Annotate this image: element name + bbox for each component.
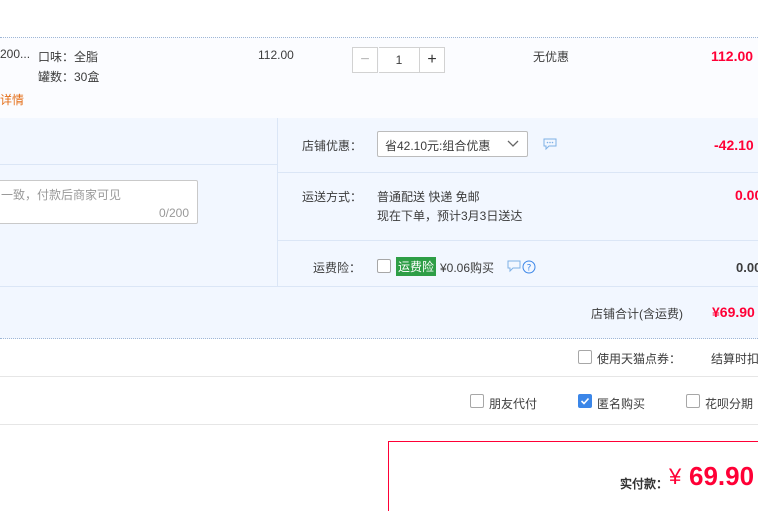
- row-divider: [0, 164, 277, 165]
- message-placeholder: 一致，付款后商家可见: [1, 186, 121, 203]
- shop-total-label: 店铺合计(含运费): [591, 305, 683, 322]
- item-attr-count: 罐数：30盒: [38, 68, 99, 85]
- plus-icon: +: [427, 51, 436, 69]
- huabei-checkbox[interactable]: [686, 394, 700, 408]
- buyer-message-input[interactable]: 一致，付款后商家可见 0/200: [0, 180, 198, 224]
- insurance-amount: 0.00: [736, 260, 758, 275]
- row-divider: [278, 240, 758, 241]
- delivery-amount: 0.00: [735, 187, 758, 203]
- item-unit-price: 112.00: [258, 48, 294, 62]
- svg-text:?: ?: [527, 264, 532, 274]
- quantity-input[interactable]: 1: [379, 47, 419, 73]
- insurance-label: 运费险：: [313, 259, 361, 276]
- shop-discount-amount: -42.10: [714, 137, 754, 153]
- anonymous-checkbox[interactable]: [578, 394, 592, 408]
- huabei-label: 花呗分期: [705, 395, 753, 412]
- payment-amount: 69.90: [689, 461, 754, 492]
- delivery-label: 运送方式：: [302, 188, 362, 205]
- shop-discount-select[interactable]: 省42.10元:组合优惠: [377, 131, 528, 157]
- quantity-plus-button[interactable]: +: [419, 47, 445, 73]
- help-icon[interactable]: ?: [507, 260, 537, 274]
- delivery-estimate: 现在下单，预计3月3日送达: [377, 207, 522, 224]
- points-settle-text: 结算时扣: [711, 350, 758, 367]
- item-subtotal: 112.00: [711, 48, 753, 64]
- anonymous-label: 匿名购买: [597, 395, 645, 412]
- payment-label: 实付款：: [620, 475, 668, 492]
- item-attr-flavor: 口味：全脂: [38, 48, 98, 65]
- insurance-price: ¥0.06购买: [440, 259, 494, 276]
- shop-discount-label: 店铺优惠：: [302, 137, 362, 154]
- quantity-value: 1: [396, 53, 403, 67]
- message-counter: 0/200: [159, 206, 189, 220]
- insurance-checkbox[interactable]: [377, 259, 391, 273]
- chat-bubble-icon[interactable]: [543, 138, 557, 150]
- section-divider: [0, 424, 758, 425]
- checkmark-icon: [580, 396, 590, 406]
- item-name[interactable]: 200...: [0, 47, 30, 61]
- item-details-link[interactable]: 详情: [0, 91, 24, 108]
- shop-total-amount: ¥69.90: [712, 304, 755, 320]
- shop-discount-selected: 省42.10元:组合优惠: [385, 137, 490, 154]
- friend-pay-checkbox[interactable]: [470, 394, 484, 408]
- minus-icon: −: [360, 51, 369, 69]
- insurance-badge: 运费险: [396, 257, 436, 276]
- quantity-minus-button[interactable]: −: [352, 47, 378, 73]
- points-label: 使用天猫点券：: [597, 350, 681, 367]
- points-checkbox[interactable]: [578, 350, 592, 364]
- item-promo: 无优惠: [533, 48, 569, 65]
- row-divider: [278, 172, 758, 173]
- friend-pay-label: 朋友代付: [489, 395, 537, 412]
- section-divider: [0, 376, 758, 377]
- delivery-method: 普通配送 快递 免邮: [377, 188, 480, 205]
- chevron-down-icon: [507, 140, 519, 148]
- currency-symbol: ¥: [669, 464, 681, 490]
- panel-divider: [277, 118, 278, 286]
